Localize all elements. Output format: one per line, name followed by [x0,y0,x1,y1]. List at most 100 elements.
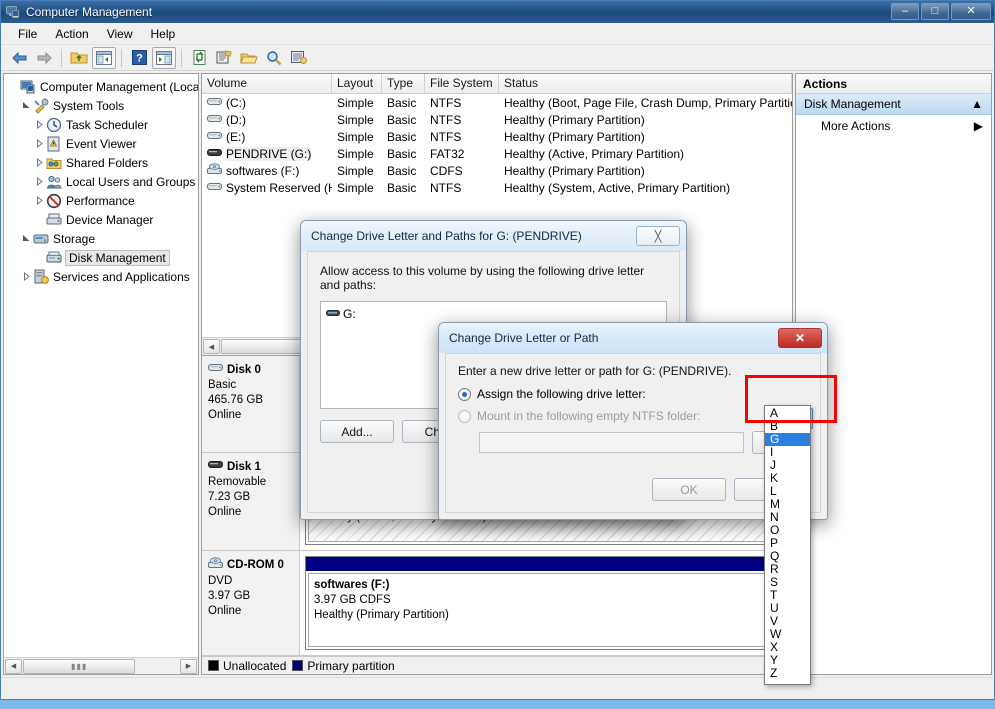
column-header-file-system[interactable]: File System [425,74,499,93]
chevron-right-icon[interactable]: ▶ [974,119,983,133]
twisty-expanded-icon[interactable] [19,101,33,110]
drive-letter-dropdown-list[interactable]: ABGIJKLMNOPQRSTUVWXYZ [764,405,811,685]
volume-cell: softwares (F:) [202,163,332,178]
disk-title: Disk 0 [208,362,295,378]
tree-item-device-manager[interactable]: Device Manager [4,210,198,229]
computer-icon [5,4,21,20]
volume-cell: (D:) [202,113,332,127]
performance-icon [46,193,62,209]
console-tree[interactable]: Computer Management (Local) System Tools T… [4,74,198,657]
tree-item-performance[interactable]: Performance [4,191,198,210]
table-row[interactable]: PENDRIVE (G:)SimpleBasicFAT32Healthy (Ac… [202,145,792,162]
tree-item-storage[interactable]: Storage [4,229,198,248]
tree-item-label: Task Scheduler [66,118,148,132]
column-header-type[interactable]: Type [382,74,425,93]
maximize-button[interactable]: □ [921,3,949,20]
tree-item-services-and-applications[interactable]: Services and Applications [4,267,198,286]
ok-button[interactable]: OK [652,478,726,501]
volume-cell: PENDRIVE (G:) [202,147,332,161]
table-row[interactable]: (D:)SimpleBasicNTFSHealthy (Primary Part… [202,111,792,128]
properties-icon[interactable] [212,47,236,69]
column-header-status[interactable]: Status [499,74,792,93]
disk-info[interactable]: Disk 1Removable7.23 GBOnline [202,453,300,550]
show-action-pane-icon[interactable] [152,47,176,69]
tree-item-computer-management-local[interactable]: Computer Management (Local) [4,77,198,96]
disk-info[interactable]: Disk 0Basic465.76 GBOnline [202,356,300,452]
assign-drive-letter-radio-row[interactable]: Assign the following drive letter: [458,387,808,401]
disk-status: Online [208,604,295,619]
clock-icon [46,117,62,133]
dialog-title-bar: Change Drive Letter or Path ✕ [439,323,827,353]
show-hide-tree-icon[interactable] [92,47,116,69]
add-button[interactable]: Add... [320,420,394,443]
tree-item-event-viewer[interactable]: Event Viewer [4,134,198,153]
twisty-collapsed-icon[interactable] [32,158,46,167]
chevron-up-icon[interactable]: ▲ [971,97,983,111]
tree-item-task-scheduler[interactable]: Task Scheduler [4,115,198,134]
layout-cell: Simple [332,130,382,144]
scroll-track[interactable]: ▮▮▮ [23,659,179,674]
close-icon[interactable]: ╳ [636,226,680,246]
help-icon[interactable]: ? [127,47,151,69]
back-arrow-icon[interactable] [7,47,31,69]
dialog-instruction: Enter a new drive letter or path for G: … [458,364,808,378]
mount-path-input[interactable] [479,432,744,453]
search-icon[interactable] [262,47,286,69]
menu-help[interactable]: Help [142,25,185,43]
radio-assign-drive-letter[interactable] [458,388,471,401]
disk-info[interactable]: CD-ROM 0DVD3.97 GBOnline [202,551,300,655]
legend-swatch [292,660,303,671]
table-row[interactable]: (C:)SimpleBasicNTFSHealthy (Boot, Page F… [202,94,792,111]
twisty-collapsed-icon[interactable] [32,139,46,148]
twisty-collapsed-icon[interactable] [32,120,46,129]
list-item[interactable]: G: [326,307,661,321]
open-folder-icon[interactable] [237,47,261,69]
tree-item-system-tools[interactable]: System Tools [4,96,198,115]
menu-file[interactable]: File [9,25,46,43]
dropdown-option[interactable]: Z [765,667,810,680]
removable-disk-icon [208,459,224,475]
minimize-button[interactable]: – [891,3,919,20]
tree-item-local-users-and-groups[interactable]: Local Users and Groups [4,172,198,191]
tools-icon [33,98,49,114]
users-icon [46,174,62,190]
legend-item: Primary partition [292,659,394,673]
tree-item-shared-folders[interactable]: Shared Folders [4,153,198,172]
table-row[interactable]: softwares (F:)SimpleBasicCDFSHealthy (Pr… [202,162,792,179]
tree-item-disk-management[interactable]: Disk Management [4,248,198,267]
disk-title: CD-ROM 0 [208,557,295,574]
column-header-layout[interactable]: Layout [332,74,382,93]
svg-text:?: ? [136,53,143,65]
menu-action[interactable]: Action [46,25,97,43]
refresh-icon[interactable] [187,47,211,69]
layout-cell: Simple [332,181,382,195]
forward-arrow-icon[interactable] [32,47,56,69]
twisty-collapsed-icon[interactable] [19,272,33,281]
export-list-icon[interactable] [287,47,311,69]
scroll-left-arrow[interactable]: ◀ [203,339,220,354]
tree-item-label: System Tools [53,99,124,113]
menu-view[interactable]: View [98,25,142,43]
scroll-thumb[interactable]: ▮▮▮ [23,659,135,674]
twisty-collapsed-icon[interactable] [32,177,46,186]
actions-group-disk-management[interactable]: Disk Management ▲ [796,94,991,115]
partition[interactable]: softwares (F:)3.97 GB CDFSHealthy (Prima… [305,556,787,650]
scroll-right-arrow[interactable]: ▶ [180,659,197,674]
legend-item: Unallocated [208,659,286,673]
twisty-collapsed-icon[interactable] [32,196,46,205]
up-folder-icon[interactable] [67,47,91,69]
table-row[interactable]: System Reserved (H:)SimpleBasicNTFSHealt… [202,179,792,196]
close-icon[interactable]: ✕ [778,328,822,348]
radio-mount-ntfs-folder[interactable] [458,410,471,423]
removable-disk-icon [326,307,340,321]
close-button[interactable]: ✕ [951,3,991,20]
radio-assign-label: Assign the following drive letter: [477,387,646,401]
tree-horizontal-scrollbar[interactable]: ◀ ▮▮▮ ▶ [4,657,198,674]
table-row[interactable]: (E:)SimpleBasicNTFSHealthy (Primary Part… [202,128,792,145]
legend-label: Primary partition [307,659,394,673]
twisty-expanded-icon[interactable] [19,234,33,243]
mount-ntfs-folder-radio-row[interactable]: Mount in the following empty NTFS folder… [458,409,808,423]
scroll-left-arrow[interactable]: ◀ [5,659,22,674]
column-header-volume[interactable]: Volume [202,74,332,93]
action-more-actions[interactable]: More Actions ▶ [796,115,991,136]
